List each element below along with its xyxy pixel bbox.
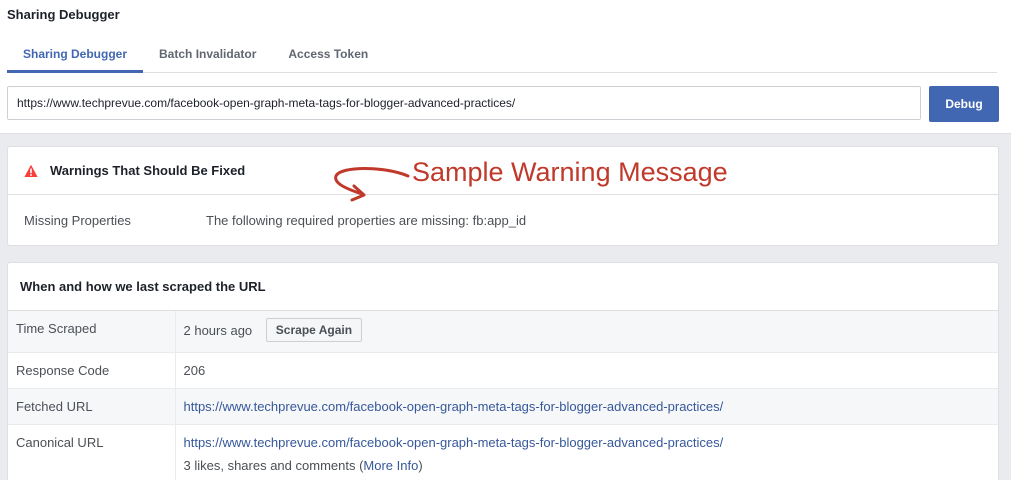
page-title: Sharing Debugger — [7, 7, 120, 22]
scrape-header: When and how we last scraped the URL — [8, 263, 998, 311]
warning-row: Missing Properties The following require… — [8, 195, 998, 245]
curved-arrow-icon — [334, 167, 410, 202]
scrape-again-button[interactable]: Scrape Again — [265, 318, 363, 342]
fetched-url-cell: https://www.techprevue.com/facebook-open… — [175, 388, 998, 425]
header: Sharing Debugger Sharing Debugger Batch … — [0, 0, 1011, 134]
warning-triangle-icon — [24, 164, 38, 178]
scrape-card: When and how we last scraped the URL Tim… — [7, 262, 999, 480]
scrape-title: When and how we last scraped the URL — [20, 279, 266, 294]
warning-label: Missing Properties — [24, 213, 131, 228]
time-scraped-cell: 2 hours ago Scrape Again — [175, 311, 998, 353]
scrape-table: Time Scraped 2 hours ago Scrape Again Re… — [8, 311, 998, 480]
annotation-text: Sample Warning Message — [412, 157, 728, 187]
table-row: Fetched URL https://www.techprevue.com/f… — [8, 388, 998, 425]
tab-bar: Sharing Debugger Batch Invalidator Acces… — [7, 38, 997, 73]
canonical-url-link[interactable]: https://www.techprevue.com/facebook-open… — [184, 435, 724, 450]
response-code-value: 206 — [175, 352, 998, 389]
table-row: Time Scraped 2 hours ago Scrape Again — [8, 311, 998, 353]
warning-message: The following required properties are mi… — [206, 213, 527, 228]
debug-button[interactable]: Debug — [929, 86, 999, 122]
engagement-text: 3 likes, shares and comments ( — [183, 458, 364, 473]
canonical-url-cell: https://www.techprevue.com/facebook-open… — [175, 424, 998, 480]
tab-batch-invalidator[interactable]: Batch Invalidator — [143, 38, 272, 73]
tab-sharing-debugger[interactable]: Sharing Debugger — [7, 38, 144, 73]
more-info-link[interactable]: More Info — [363, 458, 418, 473]
warnings-title: Warnings That Should Be Fixed — [50, 163, 246, 178]
table-row: Response Code 206 — [8, 352, 998, 389]
fetched-url-label: Fetched URL — [8, 388, 176, 425]
tab-access-token[interactable]: Access Token — [272, 38, 384, 73]
canonical-url-label: Canonical URL — [8, 424, 176, 480]
fetched-url-link[interactable]: https://www.techprevue.com/facebook-open… — [184, 399, 724, 414]
engagement-close: ) — [418, 458, 423, 473]
time-scraped-label: Time Scraped — [8, 311, 176, 353]
url-input[interactable] — [7, 86, 921, 120]
table-row: Canonical URL https://www.techprevue.com… — [8, 424, 998, 480]
engagement-line: 3 likes, shares and comments (More Info) — [184, 458, 991, 473]
response-code-label: Response Code — [8, 352, 176, 389]
time-scraped-value: 2 hours ago — [183, 322, 253, 338]
